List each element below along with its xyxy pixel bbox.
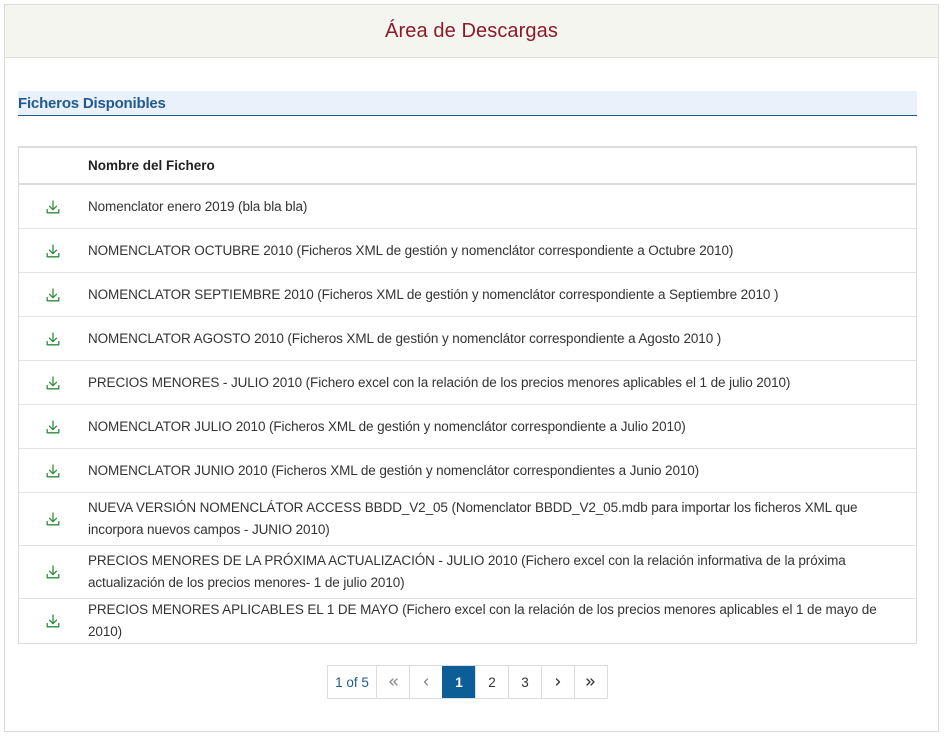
download-icon: [46, 614, 60, 628]
previous-page-button[interactable]: [409, 666, 442, 698]
table-row: NOMENCLATOR JUNIO 2010 (Ficheros XML de …: [19, 449, 916, 493]
next-page-button[interactable]: [541, 666, 574, 698]
table-row: PRECIOS MENORES - JULIO 2010 (Fichero ex…: [19, 361, 916, 405]
download-icon: [46, 463, 60, 477]
download-button[interactable]: [19, 331, 88, 347]
table-row: NOMENCLATOR SEPTIEMBRE 2010 (Ficheros XM…: [19, 273, 916, 317]
table-row: PRECIOS MENORES APLICABLES EL 1 DE MAYO …: [19, 599, 916, 643]
table-header-row: Nombre del Fichero: [19, 148, 916, 185]
download-icon: [46, 243, 60, 257]
file-name: NOMENCLATOR JULIO 2010 (Ficheros XML de …: [88, 418, 686, 434]
file-name: NOMENCLATOR JUNIO 2010 (Ficheros XML de …: [88, 462, 700, 478]
download-icon: [46, 512, 60, 526]
download-icon: [46, 331, 60, 345]
download-icon: [46, 419, 60, 433]
last-page-button[interactable]: [574, 666, 607, 698]
download-button[interactable]: [19, 287, 88, 303]
download-icon: [46, 287, 60, 301]
page-2-button[interactable]: 2: [475, 666, 508, 698]
download-button[interactable]: [19, 463, 88, 479]
section-header: Ficheros Disponibles: [18, 91, 917, 116]
file-name: PRECIOS MENORES DE LA PRÓXIMA ACTUALIZAC…: [88, 553, 846, 590]
page-title: Área de Descargas: [385, 19, 558, 42]
file-name: NOMENCLATOR SEPTIEMBRE 2010 (Ficheros XM…: [88, 286, 779, 302]
chevron-right-icon: [555, 678, 561, 686]
file-name: NOMENCLATOR OCTUBRE 2010 (Ficheros XML d…: [88, 242, 734, 258]
download-button[interactable]: [19, 564, 88, 580]
double-chevron-left-icon: [389, 678, 398, 686]
download-icon: [46, 375, 60, 389]
download-button[interactable]: [19, 243, 88, 259]
file-name: NOMENCLATOR AGOSTO 2010 (Ficheros XML de…: [88, 330, 722, 346]
download-button[interactable]: [19, 199, 88, 215]
download-button[interactable]: [19, 511, 88, 527]
table-row: NOMENCLATOR JULIO 2010 (Ficheros XML de …: [19, 405, 916, 449]
download-icon: [46, 565, 60, 579]
table-body: Nomenclator enero 2019 (bla bla bla) NOME…: [19, 185, 916, 643]
file-name: Nomenclator enero 2019 (bla bla bla): [88, 198, 308, 214]
table-row: NUEVA VERSIÓN NOMENCLÁTOR ACCESS BBDD_V2…: [19, 493, 916, 546]
file-name: NUEVA VERSIÓN NOMENCLÁTOR ACCESS BBDD_V2…: [88, 500, 858, 537]
pagination: 1 of 5 1 2 3: [327, 665, 608, 699]
table-row: NOMENCLATOR AGOSTO 2010 (Ficheros XML de…: [19, 317, 916, 361]
section-title: Ficheros Disponibles: [18, 95, 166, 112]
table-row: PRECIOS MENORES DE LA PRÓXIMA ACTUALIZAC…: [19, 546, 916, 599]
file-name: PRECIOS MENORES - JULIO 2010 (Fichero ex…: [88, 374, 791, 390]
page-info: 1 of 5: [335, 674, 369, 690]
column-header-filename: Nombre del Fichero: [88, 158, 215, 173]
chevron-left-icon: [423, 678, 429, 686]
table-row: NOMENCLATOR OCTUBRE 2010 (Ficheros XML d…: [19, 229, 916, 273]
table-row: Nomenclator enero 2019 (bla bla bla): [19, 185, 916, 229]
files-table: Nombre del Fichero Nomenclator enero 201…: [18, 146, 917, 644]
download-icon: [46, 199, 60, 213]
download-button[interactable]: [19, 375, 88, 391]
file-name: PRECIOS MENORES APLICABLES EL 1 DE MAYO …: [88, 602, 877, 639]
page-1-button[interactable]: 1: [442, 666, 475, 698]
download-button[interactable]: [19, 613, 88, 629]
double-chevron-right-icon: [586, 678, 595, 686]
panel-header: Área de Descargas: [5, 5, 938, 58]
page-3-button[interactable]: 3: [508, 666, 541, 698]
download-button[interactable]: [19, 419, 88, 435]
first-page-button[interactable]: [376, 666, 409, 698]
